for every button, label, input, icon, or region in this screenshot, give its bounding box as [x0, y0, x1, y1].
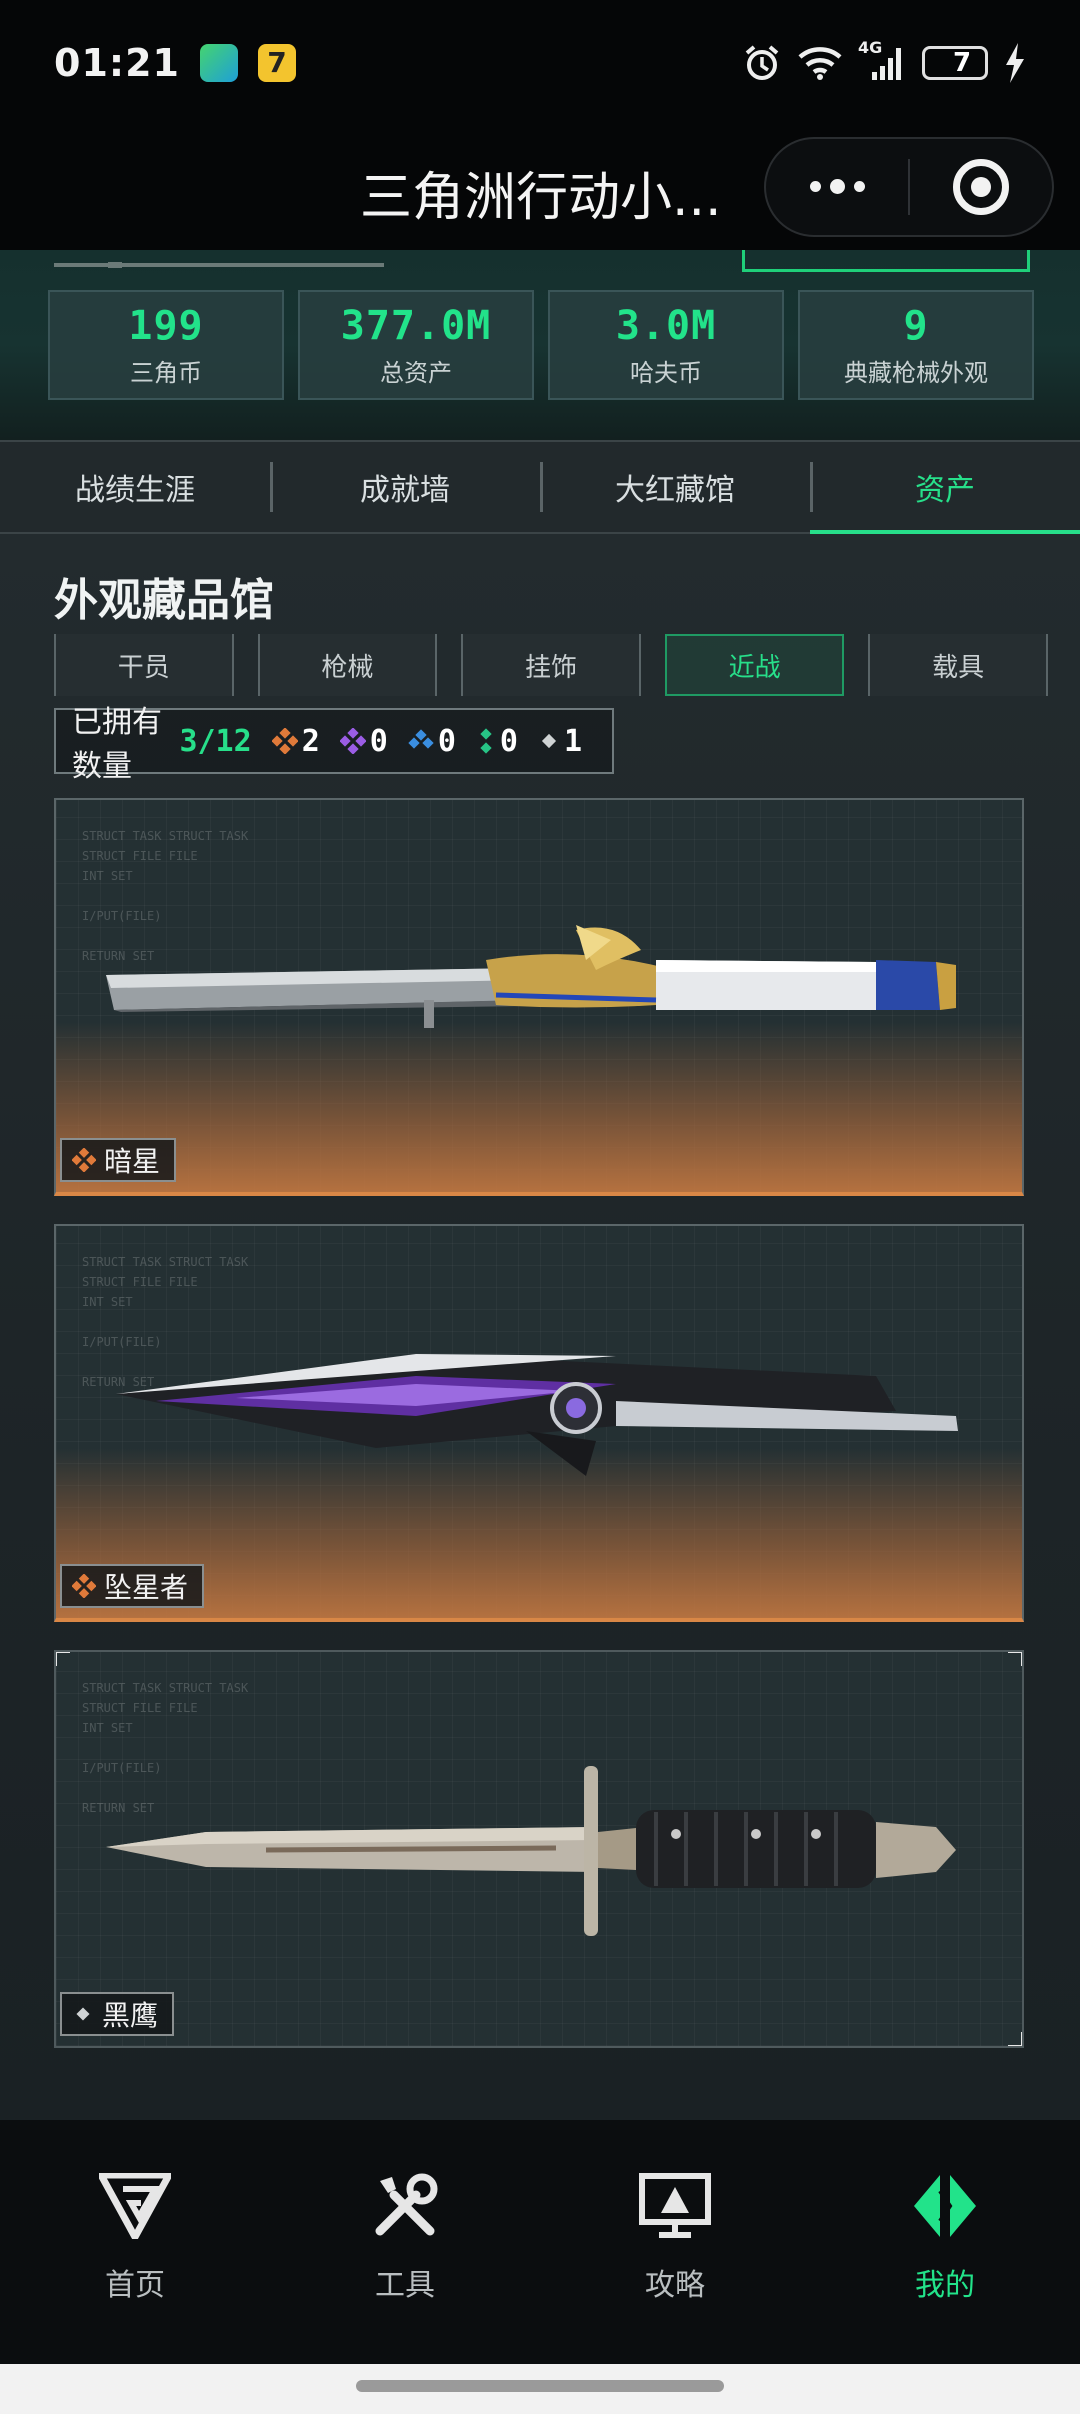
- guide-monitor-icon: [635, 2166, 715, 2246]
- tab-achievements[interactable]: 成就墙: [270, 442, 540, 532]
- owned-count: 3/12: [179, 723, 252, 759]
- collection-content: 外观藏品馆 干员 枪械 挂饰 近战 载具 已拥有数量 3/12 2 0 0 0 …: [0, 534, 1080, 2120]
- nav-label: 首页: [105, 2268, 165, 2303]
- stat-card-triangle-coin: 199 三角币: [48, 290, 284, 400]
- melee-item-card[interactable]: STRUCT TASK STRUCT TASK STRUCT FILE FILE I…: [54, 798, 1024, 1196]
- subtab-charms[interactable]: 挂饰: [461, 634, 641, 696]
- knife-star-faller-image: [116, 1354, 958, 1476]
- stat-label: 典藏枪械外观: [844, 358, 988, 387]
- more-button[interactable]: [766, 139, 908, 235]
- tools-icon: [365, 2166, 445, 2246]
- item-name: 暗星: [104, 1145, 161, 1178]
- item-name-label: 黑鹰: [60, 1992, 175, 2036]
- nav-label: 我的: [915, 2268, 975, 2303]
- subtab-operators[interactable]: 干员: [54, 634, 234, 696]
- nav-guide[interactable]: 攻略: [540, 2120, 810, 2364]
- rarity-diamond-icon: [480, 728, 492, 754]
- card-corner: [1008, 1652, 1022, 1666]
- card-corner: [1008, 2032, 1022, 2046]
- stat-card-haf-coin: 3.0M 哈夫币: [548, 290, 784, 400]
- rarity-diamond-icon: [76, 2007, 90, 2021]
- mini-program-capsule: [764, 137, 1054, 237]
- item-name: 黑鹰: [102, 1999, 159, 2032]
- stat-label: 总资产: [380, 358, 452, 387]
- nav-mine[interactable]: 我的: [810, 2120, 1080, 2364]
- knife-dark-star-image: [106, 925, 956, 1028]
- profile-logo-icon: [905, 2166, 985, 2246]
- stat-value: 3.0M: [615, 302, 717, 349]
- tab-red-collection[interactable]: 大红藏馆: [540, 442, 810, 532]
- more-dots-icon: [809, 178, 865, 194]
- page-title: 三角洲行动小...: [360, 168, 722, 228]
- melee-item-card[interactable]: STRUCT TASK STRUCT TASK STRUCT FILE FILE I…: [54, 1650, 1024, 2048]
- rarity-orange-count: 2: [271, 724, 320, 759]
- nav-label: 工具: [375, 2268, 435, 2303]
- decorative-line: [54, 262, 384, 268]
- section-title: 外观藏品馆: [54, 575, 274, 626]
- stats-header: 199 三角币 377.0M 总资产 3.0M 哈夫币 9 典藏枪械外观: [0, 250, 1080, 440]
- app-notification-icon: [199, 43, 238, 82]
- rarity-diamond-icon: [72, 1574, 96, 1598]
- status-bar: 01:21 7 4G 7: [0, 0, 1080, 125]
- owned-label: 已拥有数量: [72, 705, 162, 784]
- app-notification-icon-2: 7: [257, 43, 296, 82]
- stat-value: 199: [128, 302, 204, 349]
- rarity-diamond-icon: [271, 728, 298, 754]
- status-time: 01:21: [54, 40, 180, 85]
- subtab-melee[interactable]: 近战: [664, 634, 845, 696]
- stat-label: 哈夫币: [630, 358, 702, 387]
- stat-card-total-assets: 377.0M 总资产: [298, 290, 534, 400]
- nav-home[interactable]: 首页: [0, 2120, 270, 2364]
- item-name-label: 暗星: [60, 1138, 177, 1182]
- melee-item-card[interactable]: STRUCT TASK STRUCT TASK STRUCT FILE FILE I…: [54, 1224, 1024, 1622]
- stat-label: 三角币: [130, 358, 202, 387]
- stat-value: 377.0M: [340, 302, 492, 349]
- stat-card-collector-skins: 9 典藏枪械外观: [798, 290, 1034, 400]
- knife-black-hawk-image: [106, 1766, 956, 1936]
- bottom-nav: 首页 工具 攻略 我的: [0, 2120, 1080, 2364]
- alarm-icon: [742, 43, 782, 83]
- battery-level: 7: [952, 47, 972, 78]
- close-target-icon: [953, 159, 1009, 215]
- network-type: 4G: [858, 37, 883, 57]
- tab-career[interactable]: 战绩生涯: [0, 442, 270, 532]
- stat-value: 9: [903, 302, 929, 349]
- rarity-diamond-icon: [72, 1148, 96, 1172]
- tab-assets[interactable]: 资产: [810, 442, 1080, 534]
- signal-icon: 4G: [858, 38, 906, 82]
- home-logo-icon: [95, 2166, 175, 2246]
- rarity-white-count: 1: [538, 724, 582, 759]
- subtab-vehicles[interactable]: 载具: [868, 634, 1048, 696]
- nav-tools[interactable]: 工具: [270, 2120, 540, 2364]
- close-button[interactable]: [910, 139, 1052, 235]
- battery-icon: 7: [922, 45, 988, 80]
- rarity-diamond-icon: [408, 729, 434, 749]
- nav-label: 攻略: [645, 2268, 705, 2303]
- main-tabs: 战绩生涯 成就墙 大红藏馆 资产: [0, 440, 1080, 534]
- title-bar: 三角洲行动小...: [0, 125, 1080, 250]
- charging-icon: [1004, 42, 1026, 83]
- subtab-guns[interactable]: 枪械: [257, 634, 438, 696]
- rarity-blue-count: 0: [408, 724, 456, 759]
- item-name-label: 坠星者: [60, 1564, 205, 1608]
- wifi-icon: [798, 45, 842, 81]
- gesture-bar[interactable]: [356, 2380, 724, 2392]
- top-action-button[interactable]: [742, 250, 1030, 272]
- card-corner: [56, 1652, 70, 1666]
- owned-summary: 已拥有数量 3/12 2 0 0 0 1: [54, 705, 614, 784]
- rarity-diamond-icon: [541, 733, 557, 749]
- rarity-diamond-icon: [339, 728, 366, 754]
- item-name: 坠星者: [104, 1571, 189, 1604]
- rarity-purple-count: 0: [339, 724, 388, 759]
- rarity-green-count: 0: [476, 724, 518, 759]
- category-tabs: 干员 枪械 挂饰 近战 载具: [54, 634, 1048, 696]
